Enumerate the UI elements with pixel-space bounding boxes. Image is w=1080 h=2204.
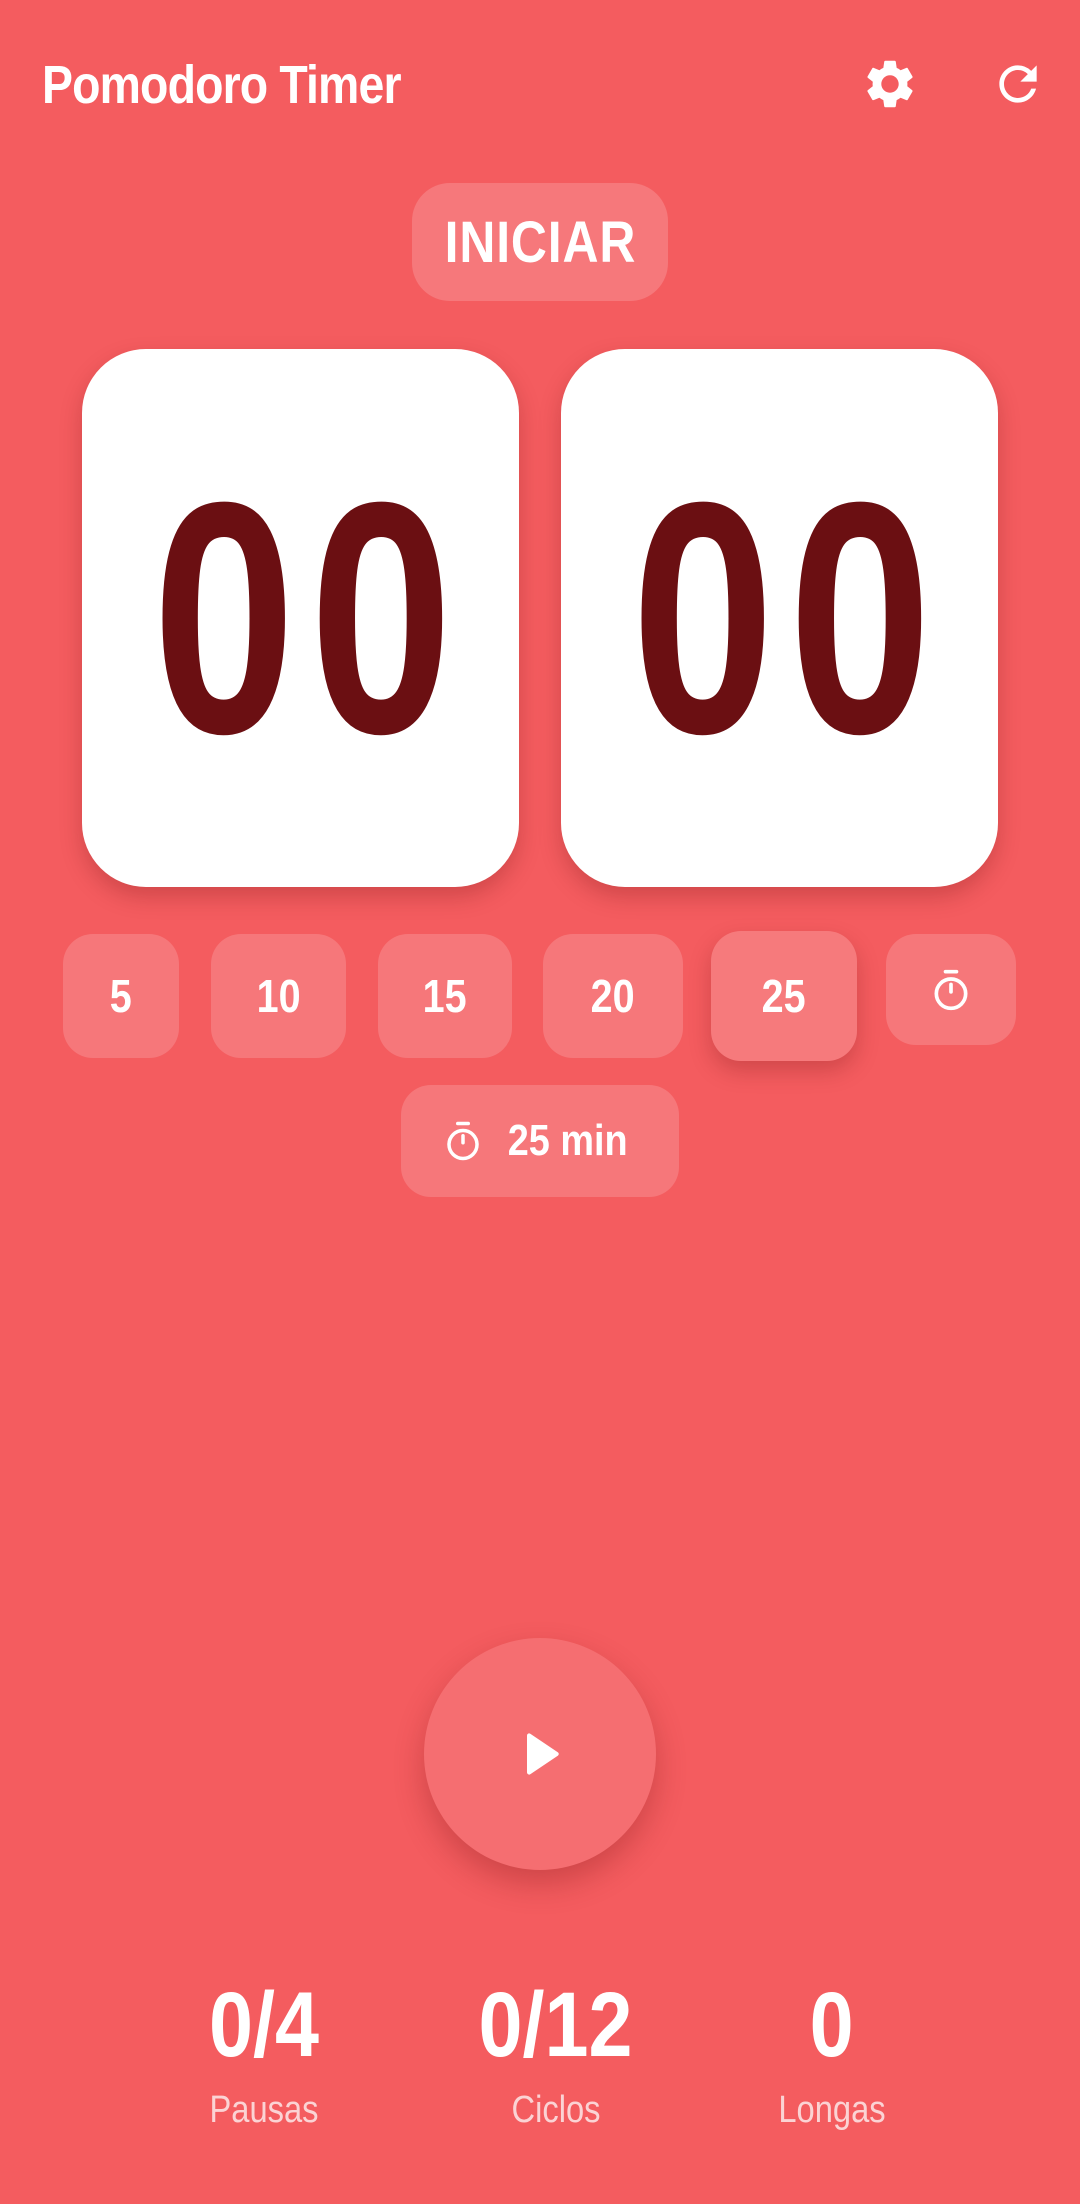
custom-duration-button[interactable] — [886, 934, 1016, 1045]
minutes-display: 00 — [152, 433, 467, 802]
stat-label: Pausas — [209, 2089, 319, 2131]
seconds-card: 00 — [561, 349, 998, 887]
stat-label: Ciclos — [511, 2089, 601, 2131]
refresh-icon — [999, 65, 1037, 103]
settings-button[interactable] — [850, 44, 930, 124]
play-icon — [527, 1733, 559, 1775]
stat-label: Longas — [778, 2089, 886, 2131]
stat-value: 0/4 — [209, 1974, 319, 2076]
stopwatch-icon — [934, 969, 968, 1010]
start-button-label: INICIAR — [444, 209, 636, 275]
duration-label: 25 min — [508, 1116, 628, 1165]
preset-15-button[interactable]: 15 — [378, 934, 512, 1058]
reset-button[interactable] — [978, 44, 1058, 124]
preset-label: 25 — [761, 970, 806, 1022]
stat-value: 0 — [809, 1974, 854, 2076]
preset-25-button[interactable]: 25 — [711, 931, 857, 1061]
seconds-display: 00 — [631, 433, 946, 802]
preset-label: 15 — [422, 970, 467, 1022]
preset-label: 20 — [590, 970, 635, 1022]
stat-pausas: 0/4 Pausas — [134, 1975, 394, 2132]
start-button[interactable]: INICIAR — [412, 183, 668, 301]
preset-5-button[interactable]: 5 — [63, 934, 179, 1058]
preset-label: 10 — [256, 970, 301, 1022]
stat-longas: 0 Longas — [702, 1975, 962, 2132]
preset-10-button[interactable]: 10 — [211, 934, 346, 1058]
gear-icon — [867, 60, 913, 108]
stat-value: 0/12 — [479, 1974, 633, 2076]
preset-label: 5 — [109, 970, 133, 1022]
app-title: Pomodoro Timer — [42, 55, 402, 115]
preset-20-button[interactable]: 20 — [543, 934, 683, 1058]
minutes-card: 00 — [82, 349, 519, 887]
stopwatch-icon — [447, 1121, 480, 1161]
stat-ciclos: 0/12 Ciclos — [426, 1975, 686, 2132]
duration-chip[interactable]: 25 min — [401, 1085, 679, 1197]
play-button[interactable] — [424, 1638, 656, 1870]
